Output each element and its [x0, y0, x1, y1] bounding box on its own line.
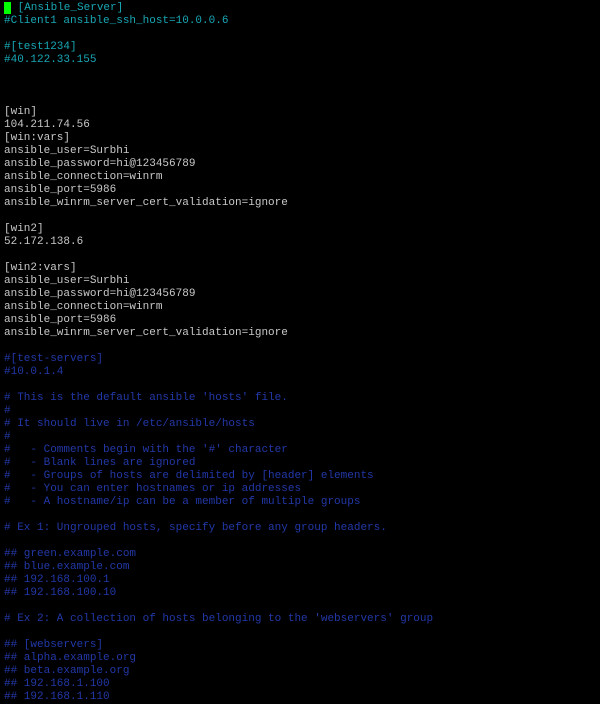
line-text: [win2:vars] [4, 262, 77, 274]
terminal-line: #[test-servers] [4, 353, 596, 366]
line-text: ## 192.168.100.10 [4, 587, 116, 599]
terminal-line: # - Blank lines are ignored [4, 457, 596, 470]
terminal-line: ## blue.example.com [4, 561, 596, 574]
terminal-line: ansible_user=Surbhi [4, 145, 596, 158]
line-text: ansible_winrm_server_cert_validation=ign… [4, 327, 288, 339]
terminal-line: ## 192.168.1.100 [4, 678, 596, 691]
terminal-line: # Ex 2: A collection of hosts belonging … [4, 613, 596, 626]
line-text: # [4, 431, 11, 443]
line-text: [win:vars] [4, 132, 70, 144]
terminal-line: [win:vars] [4, 132, 596, 145]
line-text: 52.172.138.6 [4, 236, 83, 248]
line-text: # [4, 405, 11, 417]
line-text: # - Comments begin with the '#' characte… [4, 444, 288, 456]
terminal-line: ansible_winrm_server_cert_validation=ign… [4, 327, 596, 340]
terminal-line: 104.211.74.56 [4, 119, 596, 132]
terminal-line [4, 93, 596, 106]
terminal-line: [win] [4, 106, 596, 119]
terminal-line: ansible_password=hi@123456789 [4, 158, 596, 171]
line-text: ansible_connection=winrm [4, 301, 162, 313]
line-text: #10.0.1.4 [4, 366, 63, 378]
terminal-line: ansible_winrm_server_cert_validation=ign… [4, 197, 596, 210]
line-text: #40.122.33.155 [4, 54, 96, 66]
terminal-line [4, 600, 596, 613]
line-text: [win] [4, 106, 37, 118]
terminal-line: [win2] [4, 223, 596, 236]
line-text: # This is the default ansible 'hosts' fi… [4, 392, 288, 404]
terminal-line: # It should live in /etc/ansible/hosts [4, 418, 596, 431]
line-text: ansible_user=Surbhi [4, 145, 129, 157]
terminal-line: [Ansible_Server] [4, 2, 596, 15]
terminal-line: #[test1234] [4, 41, 596, 54]
terminal-line: ansible_connection=winrm [4, 171, 596, 184]
terminal-line: ## 192.168.100.10 [4, 587, 596, 600]
line-text: 104.211.74.56 [4, 119, 90, 131]
terminal-line [4, 509, 596, 522]
terminal-output[interactable]: [Ansible_Server]#Client1 ansible_ssh_hos… [4, 2, 596, 704]
terminal-line: ## beta.example.org [4, 665, 596, 678]
terminal-line: ## 192.168.1.110 [4, 691, 596, 704]
line-text: #Client1 ansible_ssh_host=10.0.0.6 [4, 15, 228, 27]
terminal-line: ansible_connection=winrm [4, 301, 596, 314]
line-text: # - A hostname/ip can be a member of mul… [4, 496, 360, 508]
line-text: ## [webservers] [4, 639, 103, 651]
terminal-line: # - A hostname/ip can be a member of mul… [4, 496, 596, 509]
terminal-line: ansible_password=hi@123456789 [4, 288, 596, 301]
terminal-line: ansible_port=5986 [4, 314, 596, 327]
terminal-line: ## alpha.example.org [4, 652, 596, 665]
line-text: ansible_port=5986 [4, 184, 116, 196]
line-text: # - Blank lines are ignored [4, 457, 195, 469]
line-text: ansible_winrm_server_cert_validation=ign… [4, 197, 288, 209]
terminal-line [4, 210, 596, 223]
terminal-line [4, 249, 596, 262]
line-text: [win2] [4, 223, 44, 235]
terminal-line: # This is the default ansible 'hosts' fi… [4, 392, 596, 405]
terminal-line [4, 80, 596, 93]
terminal-line: #40.122.33.155 [4, 54, 596, 67]
terminal-line: ## [webservers] [4, 639, 596, 652]
terminal-line: # - You can enter hostnames or ip addres… [4, 483, 596, 496]
terminal-line [4, 340, 596, 353]
terminal-line [4, 535, 596, 548]
terminal-line [4, 28, 596, 41]
line-text: ansible_password=hi@123456789 [4, 158, 195, 170]
line-text: ## 192.168.100.1 [4, 574, 110, 586]
line-text: ## blue.example.com [4, 561, 129, 573]
terminal-line: ansible_user=Surbhi [4, 275, 596, 288]
line-text: #[test1234] [4, 41, 77, 53]
line-text: ansible_password=hi@123456789 [4, 288, 195, 300]
line-text: #[test-servers] [4, 353, 103, 365]
terminal-line: # Ex 1: Ungrouped hosts, specify before … [4, 522, 596, 535]
line-text: # - You can enter hostnames or ip addres… [4, 483, 301, 495]
line-text: ansible_port=5986 [4, 314, 116, 326]
cursor-block [4, 2, 11, 14]
terminal-line: #10.0.1.4 [4, 366, 596, 379]
line-text: # Ex 1: Ungrouped hosts, specify before … [4, 522, 387, 534]
terminal-line: #Client1 ansible_ssh_host=10.0.0.6 [4, 15, 596, 28]
terminal-line: # [4, 405, 596, 418]
line-text: ## green.example.com [4, 548, 136, 560]
terminal-line: # - Groups of hosts are delimited by [he… [4, 470, 596, 483]
line-text: ansible_user=Surbhi [4, 275, 129, 287]
line-text: # It should live in /etc/ansible/hosts [4, 418, 255, 430]
line-text: ## 192.168.1.110 [4, 691, 110, 703]
line-text: ansible_connection=winrm [4, 171, 162, 183]
terminal-line: ansible_port=5986 [4, 184, 596, 197]
terminal-line: [win2:vars] [4, 262, 596, 275]
line-text: ## 192.168.1.100 [4, 678, 110, 690]
line-text: # Ex 2: A collection of hosts belonging … [4, 613, 433, 625]
line-text: [Ansible_Server] [11, 2, 123, 14]
terminal-line: # - Comments begin with the '#' characte… [4, 444, 596, 457]
terminal-line [4, 67, 596, 80]
line-text: ## alpha.example.org [4, 652, 136, 664]
terminal-line: ## 192.168.100.1 [4, 574, 596, 587]
line-text: ## beta.example.org [4, 665, 129, 677]
terminal-line [4, 626, 596, 639]
terminal-line: 52.172.138.6 [4, 236, 596, 249]
terminal-line: ## green.example.com [4, 548, 596, 561]
terminal-line [4, 379, 596, 392]
terminal-line: # [4, 431, 596, 444]
line-text: # - Groups of hosts are delimited by [he… [4, 470, 374, 482]
